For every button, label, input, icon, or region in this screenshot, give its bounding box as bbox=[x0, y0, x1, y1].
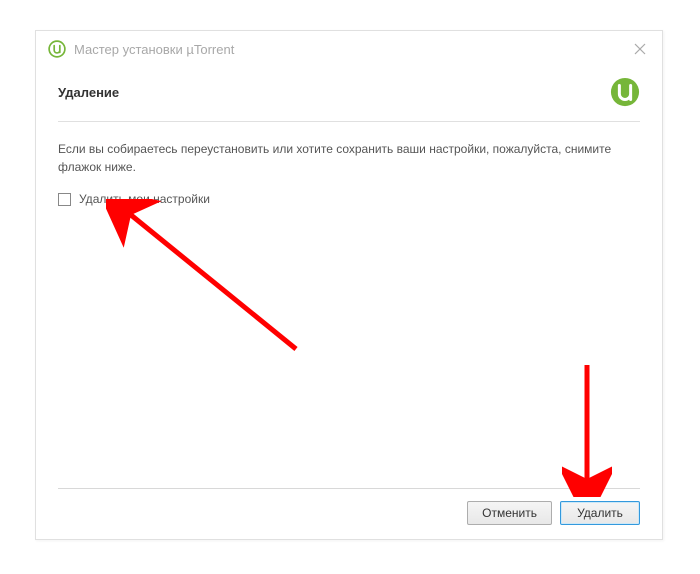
close-icon bbox=[634, 43, 646, 55]
installer-dialog: Мастер установки µTorrent Удаление Если … bbox=[35, 30, 663, 540]
dialog-content: Если вы собираетесь переустановить или х… bbox=[36, 122, 662, 488]
page-title: Удаление bbox=[58, 85, 119, 100]
delete-button[interactable]: Удалить bbox=[560, 501, 640, 525]
delete-settings-row[interactable]: Удалить мои настройки bbox=[58, 192, 640, 206]
delete-settings-label[interactable]: Удалить мои настройки bbox=[79, 192, 210, 206]
dialog-footer: Отменить Удалить bbox=[58, 488, 640, 539]
dialog-header: Удаление bbox=[36, 67, 662, 121]
utorrent-logo-icon bbox=[610, 77, 640, 107]
close-button[interactable] bbox=[630, 39, 650, 59]
utorrent-logo-icon bbox=[48, 40, 66, 58]
cancel-button[interactable]: Отменить bbox=[467, 501, 552, 525]
titlebar: Мастер установки µTorrent bbox=[36, 31, 662, 67]
description-text: Если вы собираетесь переустановить или х… bbox=[58, 140, 640, 176]
delete-settings-checkbox[interactable] bbox=[58, 193, 71, 206]
window-title: Мастер установки µTorrent bbox=[74, 42, 630, 57]
